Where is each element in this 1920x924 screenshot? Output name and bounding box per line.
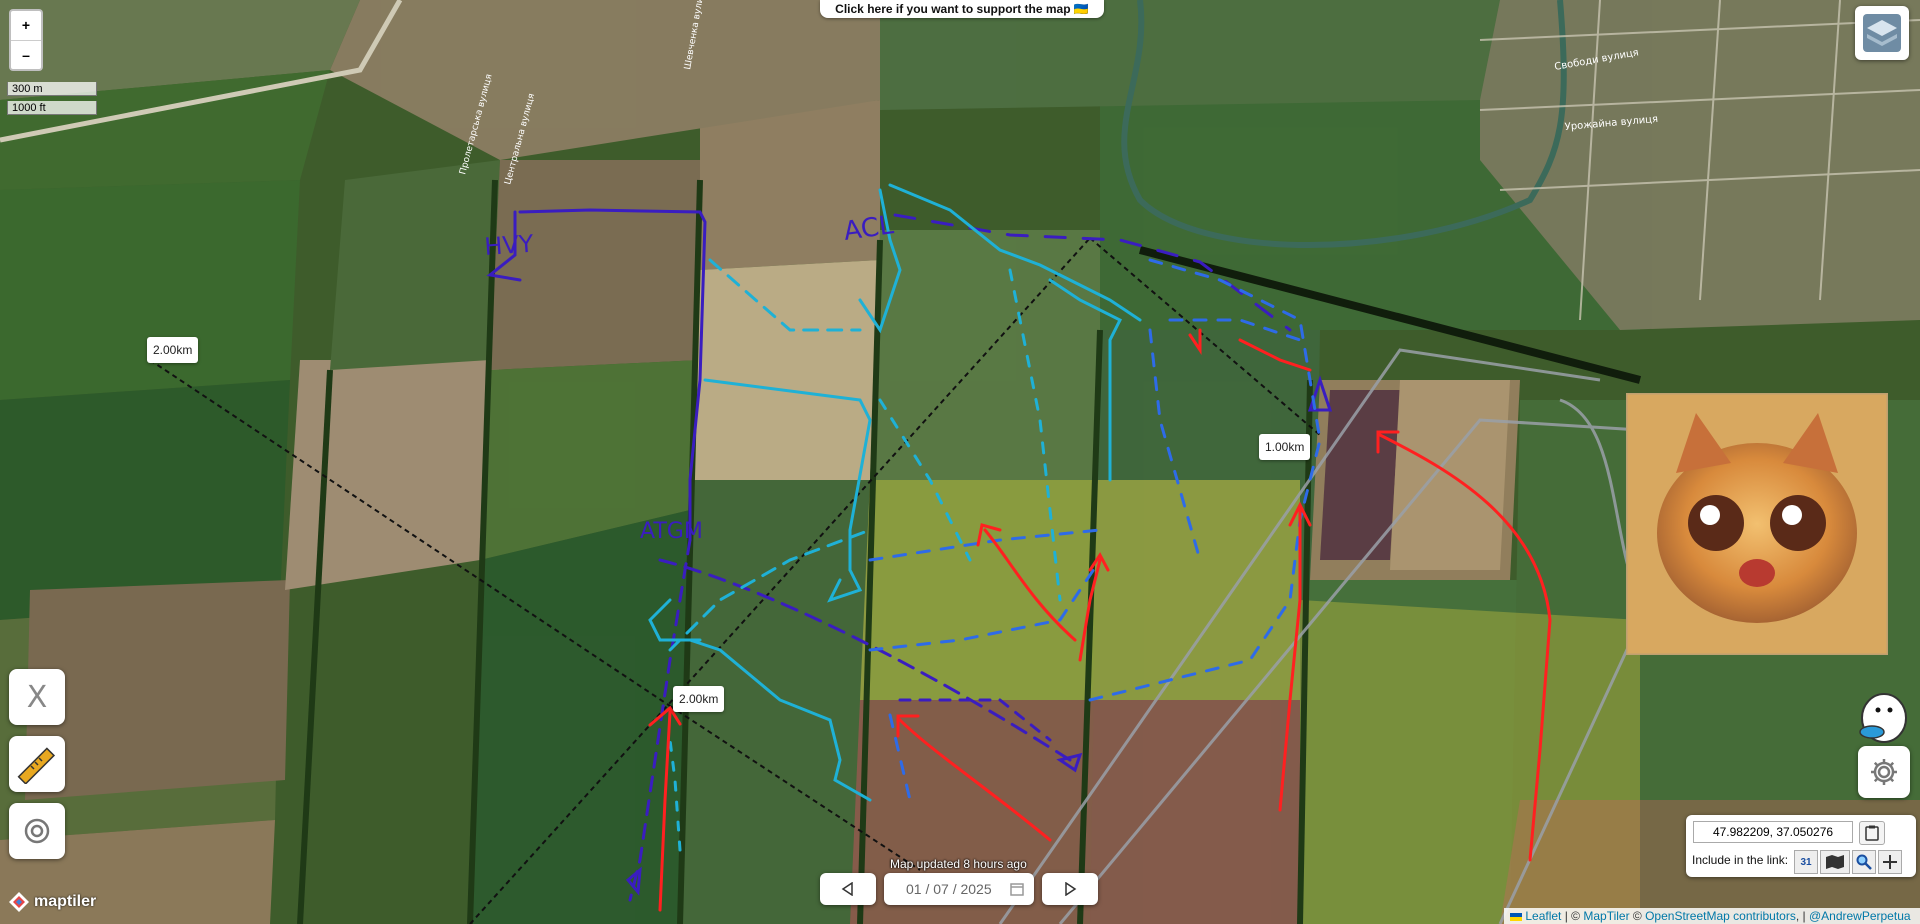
include-date-toggle[interactable]: 31 xyxy=(1794,850,1818,874)
date-value: 01 / 07 / 2025 xyxy=(906,881,992,897)
scale-metric: 300 m xyxy=(7,82,97,96)
clipboard-icon xyxy=(1865,825,1879,841)
coordinates-input[interactable] xyxy=(1693,821,1853,843)
x-twitter-button[interactable]: X xyxy=(9,669,65,725)
previous-date-button[interactable] xyxy=(820,873,876,905)
author-link[interactable]: @AndrewPerpetua xyxy=(1809,909,1911,923)
attribution-sep: | © xyxy=(1561,909,1584,923)
leaflet-link[interactable]: Leaflet xyxy=(1525,909,1561,923)
next-date-button[interactable] xyxy=(1042,873,1098,905)
distance-label: 1.00km xyxy=(1259,434,1311,460)
unit-label-atgm: ATGM xyxy=(640,519,703,544)
cat-illustration xyxy=(1626,393,1888,655)
maptiler-icon xyxy=(9,892,29,912)
include-link-label: Include in the link: xyxy=(1692,853,1789,867)
include-zoom-toggle[interactable] xyxy=(1852,850,1876,874)
unit-label-hvy: HVY xyxy=(483,230,534,261)
locate-button[interactable] xyxy=(9,803,65,859)
distance-label: 2.00km xyxy=(147,337,199,363)
settings-button[interactable] xyxy=(1858,746,1910,798)
attribution-bar: Leaflet | © MapTiler © OpenStreetMap con… xyxy=(1504,908,1920,924)
crosshair-icon xyxy=(1883,855,1897,869)
target-icon xyxy=(24,818,50,844)
include-marker-toggle[interactable] xyxy=(1878,850,1902,874)
map-updated-text: Map updated 8 hours ago xyxy=(890,857,1027,871)
zoom-out-button[interactable]: – xyxy=(11,41,41,70)
triangle-right-icon xyxy=(1065,882,1077,896)
triangle-left-icon xyxy=(841,882,853,896)
zoom-in-button[interactable]: + xyxy=(11,11,41,41)
coordinates-panel: Include in the link: 31 xyxy=(1686,815,1916,877)
map-icon xyxy=(1826,855,1844,869)
date-field[interactable]: 01 / 07 / 2025 xyxy=(884,873,1034,905)
attribution-sep: © xyxy=(1629,909,1646,923)
calendar-icon xyxy=(1010,883,1024,896)
gear-icon xyxy=(1871,759,1897,785)
include-map-toggle[interactable] xyxy=(1820,850,1850,874)
maptiler-brand: maptiler xyxy=(34,893,97,910)
layers-button[interactable] xyxy=(1855,6,1909,60)
ruler-icon xyxy=(17,747,56,784)
osm-link[interactable]: OpenStreetMap contributors xyxy=(1645,909,1796,923)
maptiler-link[interactable]: MapTiler xyxy=(1583,909,1629,923)
copy-coordinates-button[interactable] xyxy=(1859,821,1885,845)
layers-icon xyxy=(1863,14,1901,52)
x-icon: X xyxy=(26,679,48,715)
zoom-control: + – xyxy=(9,9,43,71)
attribution-sep: , | xyxy=(1795,909,1809,923)
mascot-icon xyxy=(1859,693,1907,743)
support-banner[interactable]: Click here if you want to support the ma… xyxy=(820,0,1104,18)
ruler-button[interactable] xyxy=(9,736,65,792)
scale-imperial: 1000 ft xyxy=(7,101,97,115)
maptiler-logo[interactable]: maptiler xyxy=(8,891,96,913)
ukraine-flag-icon xyxy=(1510,912,1522,921)
calendar-icon: 31 xyxy=(1800,856,1812,868)
distance-label: 2.00km xyxy=(673,686,725,712)
magnifier-icon xyxy=(1856,854,1872,870)
